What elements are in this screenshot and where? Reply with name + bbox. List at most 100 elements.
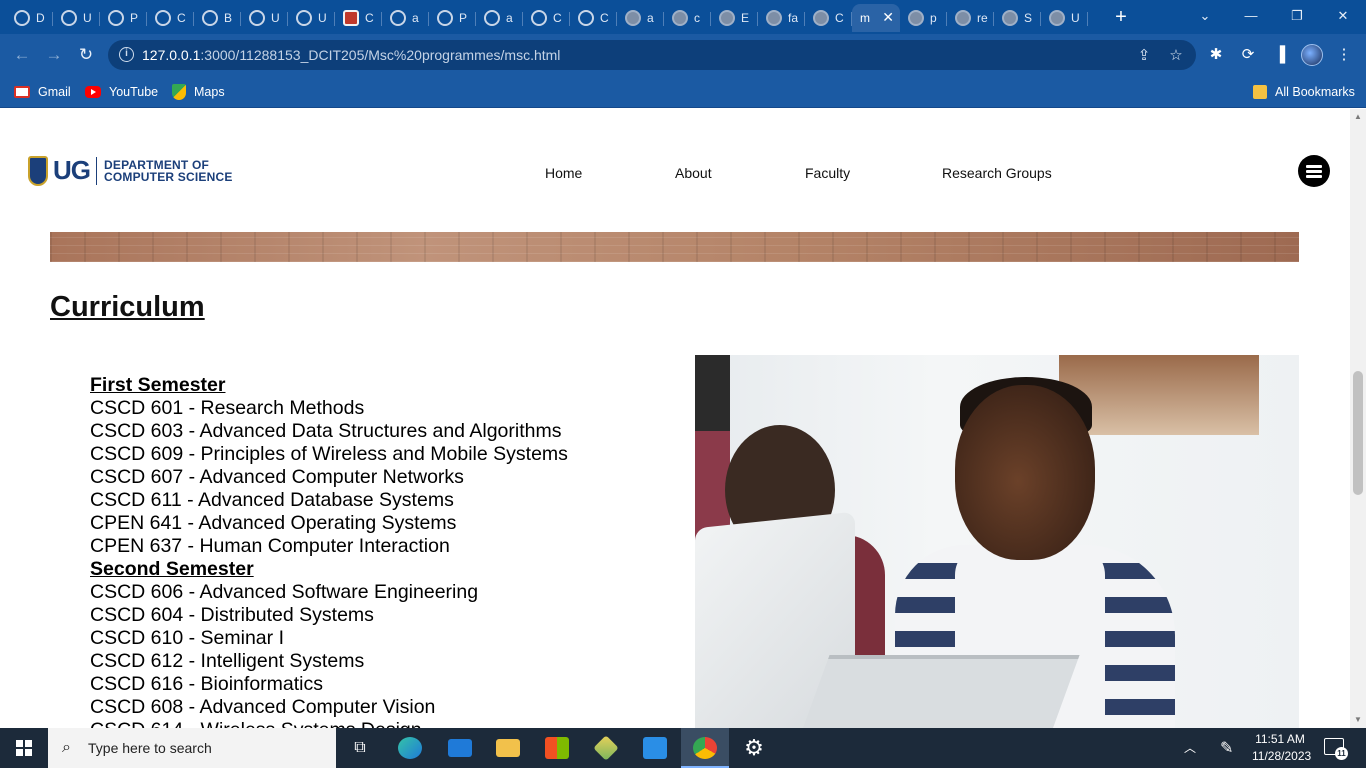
browser-tab[interactable]: U: [288, 4, 335, 32]
page-viewport: UG DEPARTMENT OF COMPUTER SCIENCE Home A…: [0, 109, 1366, 728]
nav-research-groups[interactable]: Research Groups: [942, 165, 1052, 181]
system-clock[interactable]: 11:51 AM 11/28/2023: [1252, 731, 1311, 765]
tab-title: U: [271, 11, 280, 25]
file-explorer-icon[interactable]: [484, 728, 532, 768]
browser-tab[interactable]: U: [241, 4, 288, 32]
tab-search-chevron-icon[interactable]: ⌄: [1182, 0, 1228, 34]
scroll-down-arrow-icon[interactable]: ▼: [1353, 715, 1363, 725]
browser-tab[interactable]: C: [570, 4, 617, 32]
show-hidden-icons-chevron-icon[interactable]: ︿: [1184, 739, 1196, 768]
tab-title: a: [506, 11, 513, 25]
nav-faculty[interactable]: Faculty: [805, 165, 850, 181]
browser-tab[interactable]: E: [711, 4, 758, 32]
share-icon[interactable]: ⇪: [1135, 47, 1153, 65]
browser-tab[interactable]: U: [53, 4, 100, 32]
scroll-up-arrow-icon[interactable]: ▲: [1353, 112, 1363, 122]
url-text[interactable]: 127.0.0.1:3000/11288153_DCIT205/Msc%20pr…: [142, 47, 560, 63]
browser-tab[interactable]: C: [805, 4, 852, 32]
extensions-puzzle-icon[interactable]: ✱: [1206, 45, 1226, 65]
browser-tab[interactable]: P: [429, 4, 476, 32]
site-info-icon[interactable]: i: [119, 47, 134, 62]
logo-line-2: COMPUTER SCIENCE: [104, 169, 233, 184]
start-button[interactable]: [0, 728, 48, 768]
browser-tab[interactable]: P: [100, 4, 147, 32]
extension-icon[interactable]: ⟳: [1238, 45, 1258, 65]
browser-tab[interactable]: B: [194, 4, 241, 32]
all-bookmarks-button[interactable]: All Bookmarks: [1253, 83, 1355, 101]
page-scrollbar[interactable]: ▲ ▼: [1350, 109, 1366, 728]
scrollbar-thumb[interactable]: [1353, 371, 1363, 495]
nav-home[interactable]: Home: [545, 165, 582, 181]
close-tab-icon[interactable]: ✕: [882, 9, 894, 26]
department-logo[interactable]: UG DEPARTMENT OF COMPUTER SCIENCE: [28, 155, 233, 186]
course-item: CSCD 616 - Bioinformatics: [90, 673, 323, 695]
task-view-icon[interactable]: ⧉: [336, 728, 384, 768]
course-item: CSCD 604 - Distributed Systems: [90, 604, 374, 626]
browser-tab[interactable]: S: [994, 4, 1041, 32]
browser-tab[interactable]: c: [664, 4, 711, 32]
url-path: :3000/11288153_DCIT205/Msc%20programmes/…: [200, 47, 561, 63]
reload-icon[interactable]: ↻: [74, 43, 98, 67]
address-bar[interactable]: i 127.0.0.1:3000/11288153_DCIT205/Msc%20…: [108, 40, 1196, 70]
course-item: CSCD 601 - Research Methods: [90, 397, 365, 419]
taskbar-search[interactable]: ⌕ Type here to search: [48, 728, 336, 768]
tab-title: c: [694, 11, 700, 25]
tab-favicon-icon: [578, 10, 594, 26]
browser-tab[interactable]: C: [335, 4, 382, 32]
github-icon: [484, 10, 500, 26]
chrome-icon[interactable]: [681, 728, 729, 768]
vscode-icon[interactable]: [631, 728, 679, 768]
nav-about[interactable]: About: [675, 165, 712, 181]
microsoft-store-icon[interactable]: [533, 728, 581, 768]
bookmark-maps[interactable]: Maps: [172, 83, 225, 101]
browser-tab[interactable]: C: [147, 4, 194, 32]
settings-gear-icon[interactable]: ⚙: [730, 728, 778, 768]
tab-list: D U P C B U U C a P a C C a c E fa C m ✕ …: [6, 4, 1088, 32]
browser-tab[interactable]: a: [382, 4, 429, 32]
windows-taskbar: ⌕ Type here to search ⧉ ⚙ ︿ ✎ 11:51 AM 1…: [0, 728, 1366, 768]
side-panel-icon[interactable]: ▐: [1270, 45, 1290, 65]
edge-icon[interactable]: [386, 728, 434, 768]
kebab-menu-icon[interactable]: ⋮: [1334, 45, 1354, 65]
git-icon[interactable]: [582, 728, 630, 768]
bookmark-star-icon[interactable]: ☆: [1167, 47, 1185, 65]
tab-favicon-icon: [14, 10, 30, 26]
tab-title: D: [36, 11, 45, 25]
tab-title: U: [1071, 11, 1080, 25]
page-title: Curriculum: [50, 291, 205, 323]
tab-favicon-icon: [531, 10, 547, 26]
tab-title: U: [318, 11, 327, 25]
bookmark-youtube[interactable]: YouTube: [85, 83, 158, 101]
bookmark-label: Maps: [194, 85, 225, 99]
bookmark-gmail[interactable]: Gmail: [14, 83, 71, 101]
mail-icon[interactable]: [436, 728, 484, 768]
students-photo: [695, 355, 1299, 728]
forward-arrow-icon[interactable]: →: [42, 43, 66, 67]
browser-toolbar: ← → ↻ i 127.0.0.1:3000/11288153_DCIT205/…: [0, 34, 1366, 76]
minimize-icon[interactable]: —: [1228, 0, 1274, 34]
browser-tab[interactable]: D: [6, 4, 53, 32]
tab-favicon-icon: [61, 10, 77, 26]
tab-title: P: [459, 11, 468, 25]
back-arrow-icon[interactable]: ←: [10, 43, 34, 67]
new-tab-plus-icon[interactable]: +: [1110, 4, 1132, 30]
browser-tab-active[interactable]: m ✕: [852, 4, 900, 32]
globe-icon: [955, 10, 971, 26]
pen-workspace-icon[interactable]: ✎: [1220, 738, 1233, 768]
browser-tab[interactable]: fa: [758, 4, 805, 32]
university-crest-icon: [28, 155, 48, 186]
notification-center-icon[interactable]: 11: [1324, 738, 1348, 760]
close-window-icon[interactable]: ✕: [1320, 0, 1366, 34]
browser-tab[interactable]: a: [617, 4, 664, 32]
browser-tab[interactable]: re: [947, 4, 994, 32]
browser-tab[interactable]: C: [523, 4, 570, 32]
restore-icon[interactable]: ❐: [1274, 0, 1320, 34]
browser-tab[interactable]: p: [900, 4, 947, 32]
browser-tab[interactable]: a: [476, 4, 523, 32]
hamburger-menu-icon[interactable]: [1298, 155, 1330, 187]
logo-abbr: UG: [53, 155, 91, 185]
profile-avatar[interactable]: [1301, 44, 1323, 66]
browser-tab[interactable]: U: [1041, 4, 1088, 32]
url-host: 127.0.0.1: [142, 47, 201, 63]
globe-icon: [625, 10, 641, 26]
